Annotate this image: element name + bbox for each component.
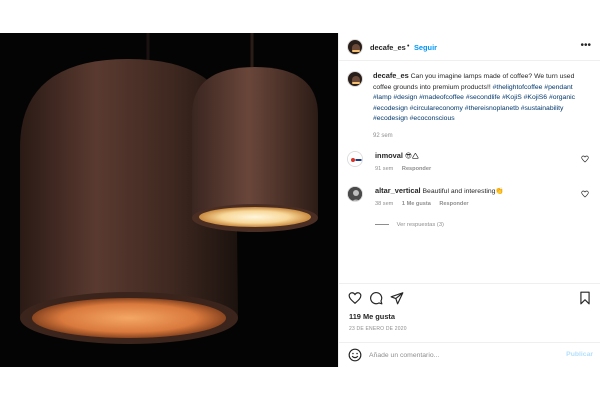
reply-button[interactable]: Responder [439,201,468,207]
author-avatar[interactable] [347,39,363,55]
comment-time: 38 sem [375,201,394,207]
save-bookmark-icon[interactable] [578,291,592,305]
comment-text: 😎🛆 [404,153,419,160]
header-separator: • [407,43,410,50]
avatar-lamp-glow [352,82,360,84]
comment-body: inmoval 😎🛆 [375,151,580,162]
heart-icon[interactable] [581,190,589,198]
caption-avatar[interactable] [347,71,363,87]
lamps-illustration [0,33,338,367]
likes-count[interactable]: 119 Me gusta [349,312,395,321]
like-heart-icon[interactable] [348,291,362,305]
view-replies-button[interactable]: Ver respuestas (3) [375,222,444,228]
comment-text: Beautiful and interesting👏 [422,188,504,195]
publish-button[interactable]: Publicar [566,351,593,358]
reply-button[interactable]: Responder [402,166,431,172]
emoji-icon[interactable] [348,348,362,362]
post-photo[interactable] [0,33,338,367]
caption-time: 92 sem [373,132,393,139]
comment-username[interactable]: inmoval [375,151,403,160]
comment-username[interactable]: altar_vertical [375,186,421,195]
post-sidebar: decafe_es • Seguir ••• decafe_es Can you… [338,33,600,367]
inmoval-logo-icon [348,152,362,166]
comment-avatar[interactable] [347,151,363,167]
comment-time: 91 sem [375,166,394,172]
comment-body: altar_vertical Beautiful and interesting… [375,186,580,197]
more-options-icon[interactable]: ••• [580,41,591,51]
comment-likes[interactable]: 1 Me gusta [402,201,431,207]
avatar-lamp-glow [352,50,360,52]
author-username[interactable]: decafe_es [370,43,406,52]
instagram-post: decafe_es • Seguir ••• decafe_es Can you… [0,33,600,367]
follow-button[interactable]: Seguir [414,43,437,52]
caption-text-block: decafe_es Can you imagine lamps made of … [373,71,593,142]
share-icon[interactable] [390,291,404,305]
heart-icon[interactable] [581,155,589,163]
comment-meta: 38 sem 1 Me gusta Responder [375,201,476,207]
replies-line [375,223,389,225]
comment-input[interactable] [369,349,549,361]
view-replies-label: Ver respuestas (3) [396,222,444,228]
comment-icon[interactable] [369,291,383,305]
comment-bar: Publicar [339,342,600,368]
caption-username[interactable]: decafe_es [373,71,409,80]
post-actions: 119 Me gusta 23 DE ENERO DE 2020 Publica… [339,283,600,367]
comment-avatar[interactable] [347,186,363,202]
post-header: decafe_es • Seguir ••• [339,33,600,61]
post-date: 23 DE ENERO DE 2020 [349,326,407,332]
person-avatar-icon [348,187,362,201]
comment-meta: 91 sem Responder [375,166,438,172]
